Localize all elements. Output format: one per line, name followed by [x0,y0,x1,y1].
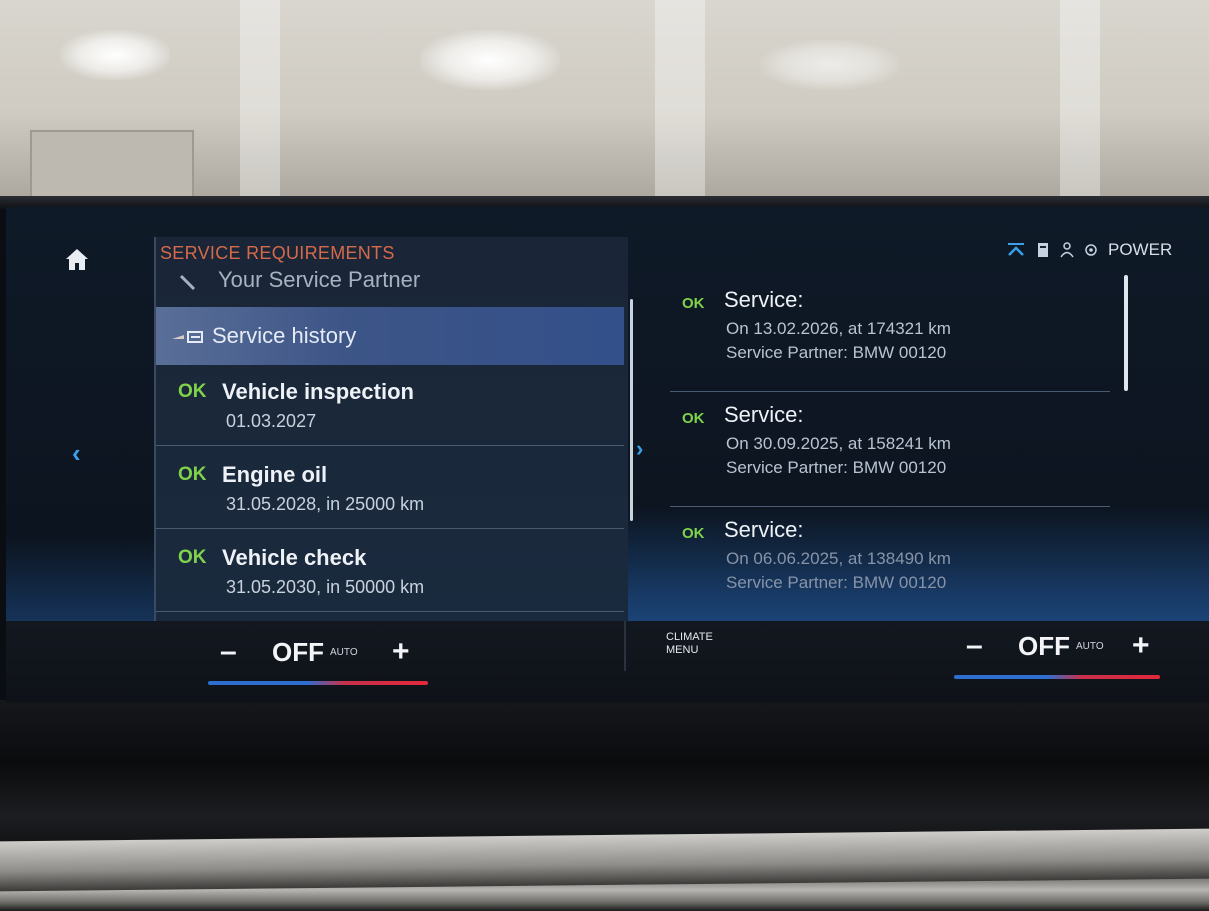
temperature-down-button[interactable]: – [220,635,237,669]
ceiling-background [0,0,1209,205]
status-badge: OK [178,547,207,568]
status-badge: OK [682,410,705,427]
list-item-partner: Service Partner: BMW 00120 [726,343,947,362]
dashboard-trim [0,700,1209,911]
list-item-vehicle-inspection[interactable]: OK Vehicle inspection 01.03.2027 [156,365,624,446]
scrollbar[interactable] [1124,275,1128,391]
fan-auto-label: AUTO [330,647,358,658]
ceiling-light [420,30,560,90]
temperature-indicator [208,681,428,685]
infotainment-screen: ‹ › Your Service Partner SERVICE REQUIRE… [6,207,1209,702]
list-item[interactable]: OK Service: On 30.09.2025, at 158241 km … [670,392,1110,507]
list-item-detail: 01.03.2027 [226,411,317,431]
chevron-left-icon[interactable]: ‹ [72,439,92,467]
menu-item-label: Service history [212,323,357,348]
eco-icon [1085,244,1097,256]
status-badge: OK [178,381,207,402]
menu-item-service-history[interactable]: Service history [156,307,624,365]
fan-auto-label: AUTO [1076,641,1104,652]
climate-off-button[interactable]: OFF [272,637,324,668]
ceiling-light [760,40,900,90]
background-window [30,130,194,204]
list-item-title: Service: [724,402,804,427]
list-item-date: On 13.02.2026, at 174321 km [726,319,951,338]
drive-mode-label: POWER [1108,240,1173,259]
status-badge: OK [682,525,705,542]
list-item-title: Vehicle inspection [222,379,414,404]
person-icon [1060,242,1074,258]
list-item[interactable]: OK Service: On 06.06.2025, at 138490 km … [670,507,1110,622]
service-requirements-panel: Your Service Partner SERVICE REQUIREMENT… [154,237,628,632]
list-item-detail: 31.05.2030, in 50000 km [226,577,425,597]
page-title: SERVICE REQUIREMENTS [160,243,395,263]
ceiling-beam [1060,0,1100,205]
list-item-partner: Service Partner: BMW 00120 [726,573,947,592]
ceiling-beam [655,0,705,205]
chevron-right-icon[interactable]: › [636,435,652,463]
list-item-vehicle-check[interactable]: OK Vehicle check 31.05.2030, in 50000 km [156,531,624,612]
list-item-title: Service: [724,517,804,542]
list-item-engine-oil[interactable]: OK Engine oil 31.05.2028, in 25000 km [156,448,624,529]
climate-off-button[interactable]: OFF [1018,631,1070,662]
list-item-title: Vehicle check [222,545,367,570]
list-item[interactable]: OK Service: On 13.02.2026, at 174321 km … [670,277,1110,392]
temperature-indicator [954,675,1160,679]
climate-control-driver: – OFF AUTO + [206,635,436,687]
list-item-date: On 06.06.2025, at 138490 km [726,549,951,568]
dashboard-chrome-trim [0,828,1209,892]
divider [624,621,626,671]
temperature-down-button[interactable]: – [966,629,983,663]
document-icon [1038,243,1048,257]
menu-item-label: Your Service Partner [218,267,421,292]
list-item-detail: 31.05.2028, in 25000 km [226,494,425,514]
service-history-list: OK Service: On 13.02.2026, at 174321 km … [670,277,1110,622]
chevron-up-icon[interactable] [1006,242,1026,258]
list-item-partner: Service Partner: BMW 00120 [726,458,947,477]
scrollbar[interactable] [630,299,633,521]
ceiling-beam [240,0,280,205]
menu-item-service-partner[interactable]: Your Service Partner [166,261,626,297]
climate-control-passenger: – OFF AUTO + [952,629,1166,681]
home-icon[interactable] [64,247,90,271]
list-item-title: Engine oil [222,462,328,487]
list-item-title: Service: [724,287,804,312]
ceiling-light [60,30,170,80]
temperature-up-button[interactable]: + [392,635,410,669]
list-item-date: On 30.09.2025, at 158241 km [726,434,951,453]
climate-menu-button[interactable]: CLIMATE MENU [666,631,713,657]
wrench-icon [179,274,196,291]
status-badge: OK [682,295,705,312]
climate-menu-label: MENU [666,644,699,656]
status-badge: OK [178,464,207,485]
service-book-icon [172,331,203,343]
climate-menu-label: CLIMATE [666,631,713,643]
temperature-up-button[interactable]: + [1132,629,1150,663]
status-bar: POWER [1006,237,1172,263]
